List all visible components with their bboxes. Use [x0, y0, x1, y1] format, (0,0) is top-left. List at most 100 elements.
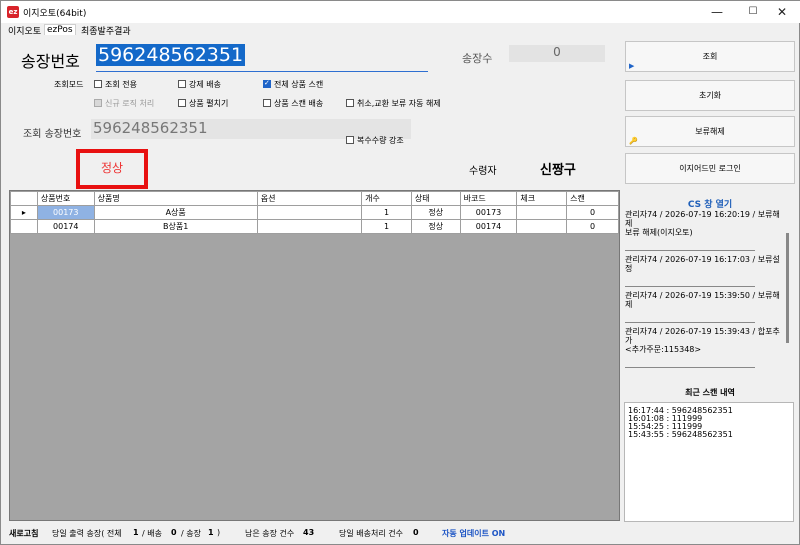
- title-bar: ez 이지오토(64bit) — ☐ ✕: [1, 1, 800, 23]
- checkbox-box: [346, 99, 354, 107]
- column-header[interactable]: 바코드: [459, 191, 518, 206]
- cell-status[interactable]: 정상: [410, 205, 461, 220]
- menu-item-ezauto[interactable]: 이지오토: [6, 24, 43, 37]
- auto-update-status[interactable]: 자동 업데이트 ON: [442, 528, 505, 539]
- ship-label: / 배송: [142, 529, 162, 538]
- checkbox-expand-items[interactable]: 상품 펼치기: [178, 98, 228, 109]
- checkbox-label: 전체 상품 스캔: [274, 80, 324, 89]
- table-row[interactable]: ▸ 00173 A상품 1 정상 00173 0: [10, 205, 619, 220]
- checkbox-label: 복수수량 강조: [357, 136, 404, 145]
- checkbox-force-ship[interactable]: 강제 배송: [178, 79, 221, 90]
- button-label: 조회: [702, 52, 718, 61]
- cs-open-link[interactable]: CS 창 열기: [625, 197, 795, 210]
- count-value: 0: [509, 45, 605, 62]
- invoice-input-value: 596248562351: [96, 44, 246, 66]
- count-label: 송장수: [462, 52, 493, 65]
- menu-bar: 이지오토 ezPos 최종발주결과: [1, 23, 800, 37]
- recent-scans-title: 최근 스캔 내역: [685, 388, 735, 397]
- button-label: 이지어드민 로그인: [679, 164, 741, 173]
- checkbox-label: 상품 펼치기: [189, 99, 229, 108]
- today-print-label: 당일 출력 송장( 전체: [52, 529, 122, 538]
- checkbox-label: 조회 전용: [105, 80, 137, 89]
- cell-name[interactable]: A상품: [93, 205, 258, 220]
- cell-option[interactable]: [256, 219, 363, 234]
- log-header: 관리자74 / 2026-07-19 15:39:50 / 보류해제: [625, 291, 780, 309]
- refresh-link[interactable]: 새로고침: [9, 528, 38, 539]
- log-header: 관리자74 / 2026-07-19 15:39:43 / 합포추가: [625, 327, 780, 345]
- log-header: 관리자74 / 2026-07-19 16:20:19 / 보류해제: [625, 210, 780, 228]
- cell-scan[interactable]: 0: [566, 205, 619, 220]
- row-marker-icon: ▸: [10, 205, 38, 220]
- checkbox-scan-all[interactable]: 전체 상품 스캔: [263, 79, 323, 90]
- checkbox-multi-qty[interactable]: 복수수량 강조: [346, 135, 404, 146]
- remaining-count: 43: [303, 528, 315, 537]
- checkbox-new-logic: 신규 로직 처리: [94, 98, 154, 109]
- release-hold-button[interactable]: 🔑 보류해제: [625, 116, 795, 147]
- cs-log-scrollbar[interactable]: [784, 225, 792, 375]
- log-divider: [625, 322, 755, 323]
- cs-log-list[interactable]: 관리자74 / 2026-07-19 16:20:19 / 보류해제 보류 해제(…: [625, 210, 795, 380]
- menu-item-ezpos[interactable]: ezPos: [44, 24, 76, 35]
- checkbox-cancel-hold[interactable]: 취소,교환 보류 자동 해제: [346, 98, 441, 109]
- log-divider: [625, 367, 755, 368]
- items-table: 상품번호 상품명 옵션 개수 상태 바코드 체크 스캔 ▸ 00173 A상품 …: [10, 191, 619, 234]
- column-header[interactable]: 체크: [516, 191, 568, 206]
- column-header[interactable]: 스캔: [566, 191, 619, 206]
- receiver-name: 신짱구: [540, 163, 576, 178]
- log-body: <추가주문:115348>: [625, 345, 702, 354]
- ship-count: 0: [171, 528, 177, 537]
- invoice-label: 송장번호: [21, 52, 80, 71]
- invoice-input[interactable]: 596248562351: [96, 44, 428, 72]
- cell-check[interactable]: [516, 205, 568, 220]
- recent-scan-item: 15:43:55 : 596248562351: [628, 430, 733, 439]
- button-label: 보류해제: [695, 127, 725, 136]
- log-body: 보류 해제(이지오토): [625, 228, 693, 237]
- button-label: 초기화: [698, 91, 722, 100]
- close-button[interactable]: ✕: [763, 1, 800, 23]
- cell-qty[interactable]: 1: [361, 219, 412, 234]
- cell-name[interactable]: B상품1: [93, 219, 258, 234]
- admin-login-button[interactable]: 이지어드민 로그인: [625, 153, 795, 184]
- column-header[interactable]: 상품번호: [36, 191, 95, 206]
- column-header[interactable]: 옵션: [256, 191, 363, 206]
- cell-status[interactable]: 정상: [410, 219, 461, 234]
- key-icon: 🔑: [629, 137, 638, 145]
- log-divider: [625, 286, 755, 287]
- log-header: 관리자74 / 2026-07-19 16:17:03 / 보류설정: [625, 255, 780, 273]
- log-entry: 관리자74 / 2026-07-19 16:17:03 / 보류설정: [625, 255, 795, 273]
- recent-scans-list[interactable]: 16:17:44 : 596248562351 16:01:08 : 11199…: [624, 402, 794, 522]
- menu-item-final-order[interactable]: 최종발주결과: [79, 24, 133, 37]
- checkbox-item-scan-ship[interactable]: 상품 스캔 배송: [263, 98, 323, 109]
- cell-code[interactable]: 00173: [36, 205, 95, 220]
- scrollbar-thumb[interactable]: [786, 233, 789, 343]
- invoice-count: 1: [208, 528, 214, 537]
- search-button[interactable]: ▶ 조회: [625, 41, 795, 72]
- minimize-button[interactable]: —: [698, 1, 736, 23]
- column-header[interactable]: 상품명: [93, 191, 258, 206]
- remaining-label: 남은 송장 건수: [245, 529, 295, 538]
- log-entry: 관리자74 / 2026-07-19 15:39:43 / 합포추가 <추가주문:…: [625, 327, 795, 354]
- reset-button[interactable]: 초기화: [625, 80, 795, 111]
- checkbox-lookup-only[interactable]: 조회 전용: [94, 79, 137, 90]
- checkbox-label: 신규 로직 처리: [105, 99, 155, 108]
- log-entry: 관리자74 / 2026-07-19 16:20:19 / 보류해제 보류 해제(…: [625, 210, 795, 237]
- cell-qty[interactable]: 1: [361, 205, 412, 220]
- cell-check[interactable]: [516, 219, 568, 234]
- column-header[interactable]: 상태: [410, 191, 461, 206]
- cell-barcode[interactable]: 00174: [459, 219, 518, 234]
- cell-code[interactable]: 00174: [36, 219, 95, 234]
- checkbox-box-checked: [263, 79, 271, 88]
- cell-option[interactable]: [256, 205, 363, 220]
- checkbox-box: [178, 80, 186, 88]
- app-window: ez 이지오토(64bit) — ☐ ✕ 이지오토 ezPos 최종발주결과 송…: [0, 0, 800, 545]
- table-header-row: 상품번호 상품명 옵션 개수 상태 바코드 체크 스캔: [10, 191, 619, 206]
- table-row[interactable]: 00174 B상품1 1 정상 00174 0: [10, 219, 619, 234]
- cell-barcode[interactable]: 00173: [459, 205, 518, 220]
- checkbox-label: 상품 스캔 배송: [274, 99, 324, 108]
- items-grid[interactable]: 상품번호 상품명 옵션 개수 상태 바코드 체크 스캔 ▸ 00173 A상품 …: [9, 190, 620, 521]
- row-header-corner: [10, 191, 38, 206]
- cell-scan[interactable]: 0: [566, 219, 619, 234]
- mode-label: 조회모드: [54, 80, 84, 89]
- receiver-label: 수령자: [469, 166, 497, 177]
- column-header[interactable]: 개수: [361, 191, 412, 206]
